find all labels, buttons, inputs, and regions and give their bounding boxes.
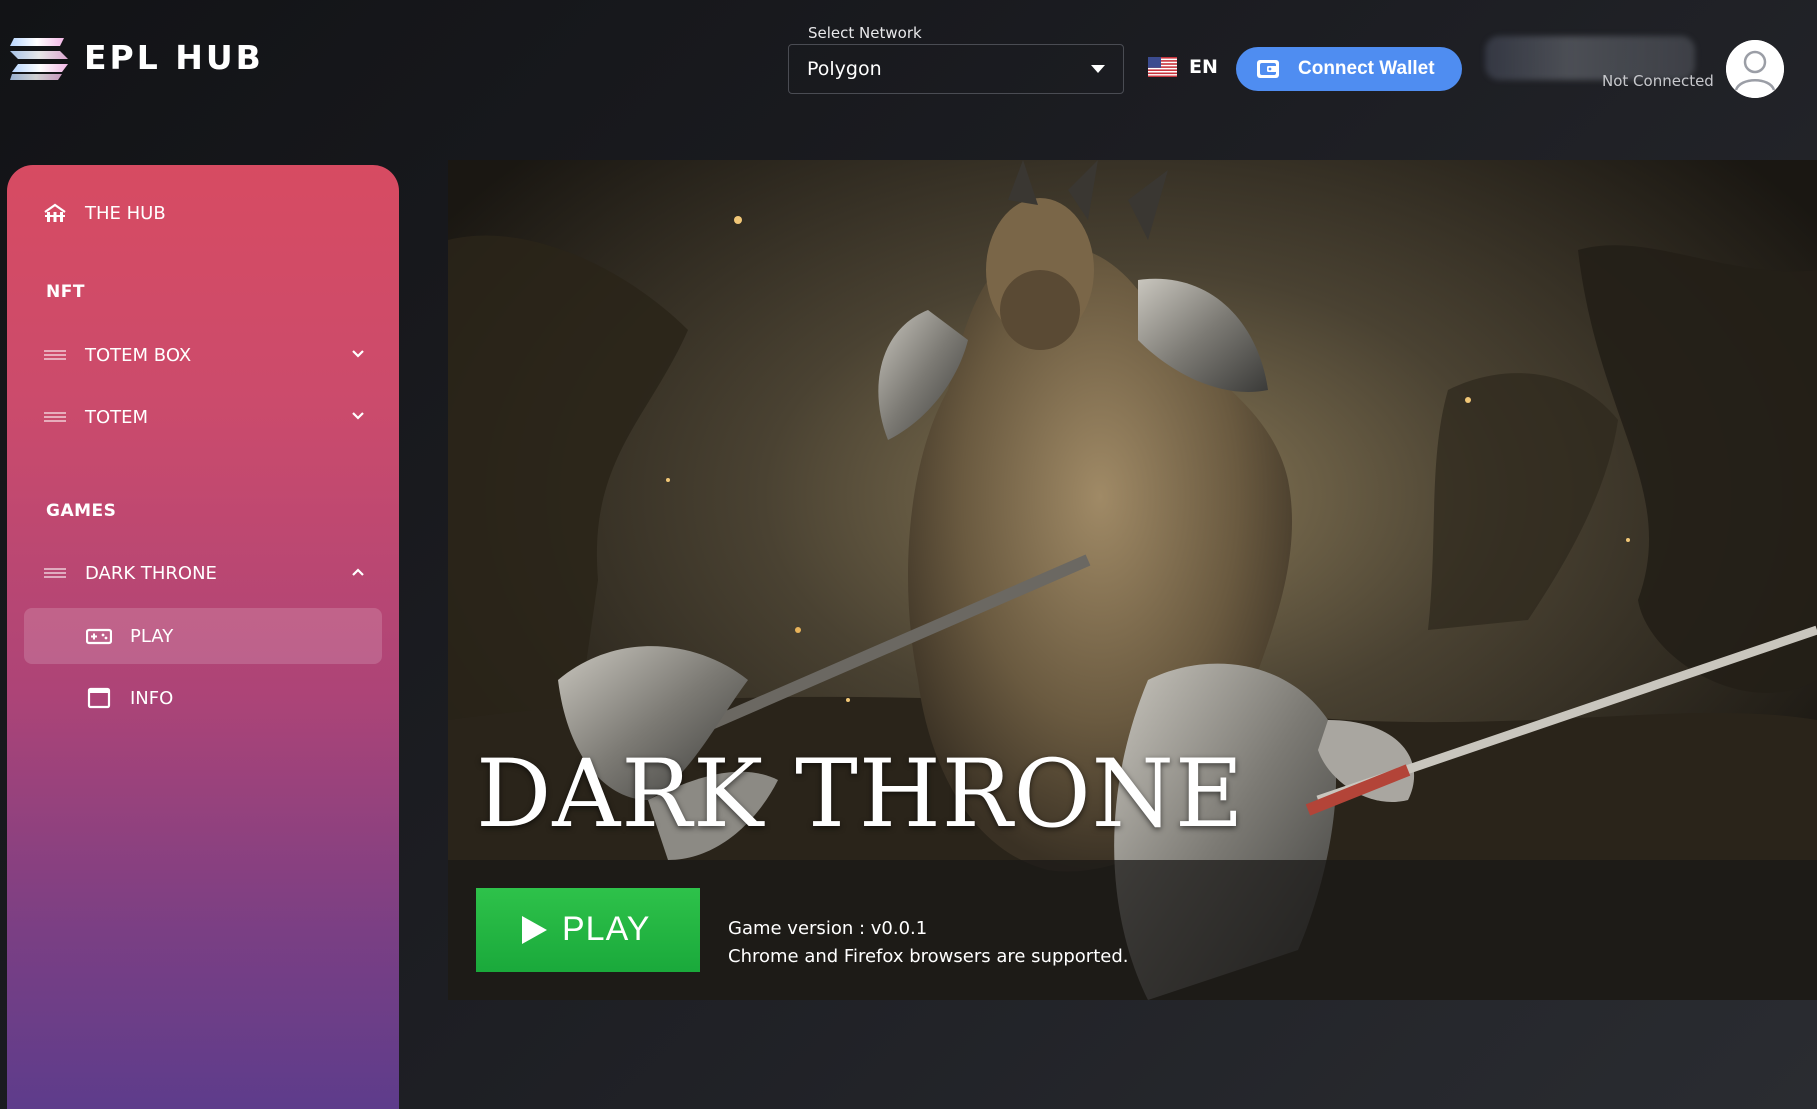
sidebar-item-totem-box[interactable]: TOTEM BOX <box>7 333 399 377</box>
game-launch-bar: PLAY Game version : v0.0.1 Chrome and Fi… <box>448 860 1817 1000</box>
network-select-label: Select Network <box>808 24 922 42</box>
app-root: EPL HUB Select Network Polygon EN Connec… <box>0 0 1817 1109</box>
game-version: Game version : v0.0.1 <box>728 918 928 939</box>
section-title-nft: NFT <box>46 282 85 302</box>
sidebar: THE HUB NFT TOTEM BOX TOTEM GAMES DARK T… <box>7 165 399 1109</box>
chevron-down-icon[interactable] <box>351 409 365 423</box>
sidebar-item-the-hub[interactable]: THE HUB <box>7 191 399 235</box>
play-game-label: PLAY <box>562 910 651 948</box>
sidebar-item-dark-throne[interactable]: DARK THRONE <box>7 551 399 595</box>
caret-down-icon <box>1091 65 1105 73</box>
brand-name: EPL HUB <box>84 37 264 77</box>
language-code: EN <box>1189 56 1218 78</box>
header: EPL HUB Select Network Polygon EN Connec… <box>0 0 1817 130</box>
chevron-up-icon[interactable] <box>351 565 365 579</box>
sidebar-item-label: TOTEM <box>85 406 149 428</box>
user-icon <box>1726 40 1784 98</box>
avatar[interactable] <box>1726 40 1784 98</box>
window-icon <box>87 687 111 709</box>
game-banner: DARK THRONE PLAY Game version : v0.0.1 C… <box>448 160 1817 1000</box>
wallet-icon <box>1257 60 1279 78</box>
game-title: DARK THRONE <box>476 740 1245 849</box>
language-selector[interactable]: EN <box>1148 56 1218 78</box>
network-select[interactable]: Polygon <box>788 44 1124 94</box>
sidebar-item-totem[interactable]: TOTEM <box>7 395 399 439</box>
sidebar-item-label: THE HUB <box>85 202 166 224</box>
sidebar-subitem-info[interactable]: INFO <box>24 670 382 726</box>
sidebar-subitem-label: PLAY <box>130 625 174 647</box>
sidebar-item-label: DARK THRONE <box>85 562 217 584</box>
play-icon <box>522 916 547 944</box>
hub-icon <box>44 203 66 222</box>
us-flag-icon <box>1148 57 1177 77</box>
gamepad-icon <box>86 628 112 645</box>
epl-logo-icon <box>10 38 68 80</box>
section-title-games: GAMES <box>46 501 117 521</box>
list-icon <box>44 412 66 422</box>
logo[interactable]: EPL HUB <box>10 34 264 80</box>
list-icon <box>44 350 66 360</box>
sidebar-subitem-label: INFO <box>130 687 174 709</box>
list-icon <box>44 568 66 578</box>
connect-wallet-button[interactable]: Connect Wallet <box>1236 47 1462 91</box>
network-select-value: Polygon <box>807 58 882 80</box>
play-game-button[interactable]: PLAY <box>476 888 700 972</box>
connect-wallet-label: Connect Wallet <box>1298 58 1435 79</box>
sidebar-subitem-play[interactable]: PLAY <box>24 608 382 664</box>
browser-support-note: Chrome and Firefox browsers are supporte… <box>728 946 1129 967</box>
account-status: Not Connected <box>1602 72 1714 90</box>
sidebar-item-label: TOTEM BOX <box>85 344 192 366</box>
chevron-down-icon[interactable] <box>351 347 365 361</box>
